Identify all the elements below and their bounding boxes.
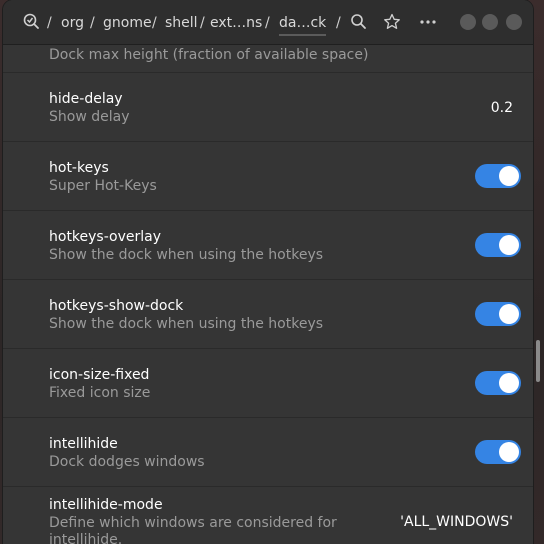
toggle-switch[interactable]	[475, 302, 521, 326]
more-options-icon[interactable]	[418, 12, 438, 32]
maximize-button[interactable]	[482, 14, 498, 30]
breadcrumb-item-current[interactable]: da…ck	[279, 14, 327, 36]
list-item-hot-keys[interactable]: hot-keys Super Hot-Keys	[3, 142, 533, 211]
toggle-knob	[499, 442, 519, 462]
row-subtitle: Show the dock when using the hotkeys	[49, 316, 324, 332]
row-title: intellihide-mode	[49, 497, 163, 513]
row-title: icon-size-fixed	[49, 367, 150, 383]
list-item-hide-delay[interactable]: hide-delay Show delay 0.2	[3, 73, 533, 142]
minimize-button[interactable]	[460, 14, 476, 30]
breadcrumb-item-shell[interactable]: shell	[165, 14, 198, 32]
row-subtitle: Define which windows are considered for	[49, 515, 337, 531]
breadcrumb-separator: /	[265, 15, 270, 31]
star-icon[interactable]	[382, 12, 402, 32]
breadcrumb-separator: /	[90, 15, 95, 31]
breadcrumb-item-org[interactable]: org	[61, 14, 84, 32]
row-title: hotkeys-show-dock	[49, 298, 184, 314]
row-title: hot-keys	[49, 160, 109, 176]
header-bar: / org / gnome / shell / ext…ns / da…ck /	[3, 0, 533, 45]
toggle-knob	[499, 235, 519, 255]
dconf-icon[interactable]	[22, 12, 42, 32]
toggle-switch[interactable]	[475, 440, 521, 464]
list-item-icon-size-fixed[interactable]: icon-size-fixed Fixed icon size	[3, 349, 533, 418]
row-title: hotkeys-overlay	[49, 229, 162, 245]
dconf-editor-window: / org / gnome / shell / ext…ns / da…ck /	[3, 0, 533, 544]
row-subtitle: Fixed icon size	[49, 385, 151, 401]
row-subtitle: Show delay	[49, 109, 130, 125]
toggle-knob	[499, 304, 519, 324]
row-subtitle: Show the dock when using the hotkeys	[49, 247, 324, 263]
list-item-intellihide-mode[interactable]: intellihide-mode Define which windows ar…	[3, 487, 533, 544]
row-subtitle: Dock dodges windows	[49, 454, 205, 470]
toggle-switch[interactable]	[475, 371, 521, 395]
list-item[interactable]: Dock max height (fraction of available s…	[3, 44, 533, 73]
breadcrumb-separator: /	[47, 15, 52, 31]
breadcrumb-item-extensions[interactable]: ext…ns	[210, 14, 262, 32]
list-item-hotkeys-overlay[interactable]: hotkeys-overlay Show the dock when using…	[3, 211, 533, 280]
list-item-intellihide[interactable]: intellihide Dock dodges windows	[3, 418, 533, 487]
search-icon[interactable]	[349, 12, 369, 32]
row-subtitle: Dock max height (fraction of available s…	[49, 47, 369, 63]
row-value: 'ALL_WINDOWS'	[400, 514, 513, 530]
list-item-hotkeys-show-dock[interactable]: hotkeys-show-dock Show the dock when usi…	[3, 280, 533, 349]
breadcrumb-separator: /	[152, 15, 157, 31]
row-title: intellihide	[49, 436, 118, 452]
breadcrumb-separator: /	[336, 15, 341, 31]
row-subtitle-continued: intellihide.	[49, 532, 123, 544]
toggle-switch[interactable]	[475, 164, 521, 188]
toggle-switch[interactable]	[475, 233, 521, 257]
scrollbar[interactable]	[536, 340, 540, 382]
settings-list: Dock max height (fraction of available s…	[3, 44, 533, 544]
close-button[interactable]	[506, 14, 522, 30]
row-subtitle: Super Hot-Keys	[49, 178, 157, 194]
row-title: hide-delay	[49, 91, 123, 107]
row-value: 0.2	[490, 100, 513, 116]
toggle-knob	[499, 373, 519, 393]
toggle-knob	[499, 166, 519, 186]
breadcrumb-item-gnome[interactable]: gnome	[103, 14, 152, 32]
breadcrumb-separator: /	[200, 15, 205, 31]
